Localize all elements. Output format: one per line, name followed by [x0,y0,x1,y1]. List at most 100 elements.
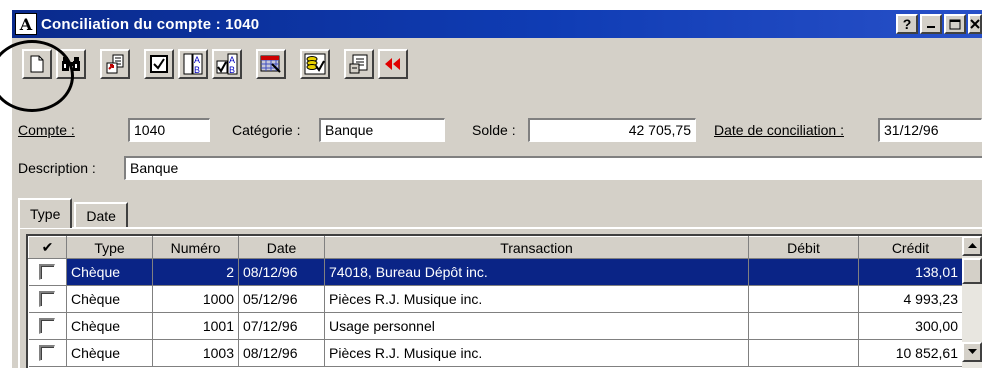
category-field[interactable]: Banque [319,118,445,142]
export-button[interactable] [100,49,130,79]
check-ab-icon: AB [216,53,238,75]
table-row[interactable]: Chèque 1003 08/12/96 Pièces R.J. Musique… [28,339,963,367]
close-button[interactable] [968,14,982,34]
cell-type: Chèque [66,312,153,340]
row-checkbox-cell[interactable] [28,285,67,313]
table-row[interactable]: Chèque 2 08/12/96 74018, Bureau Dépôt in… [28,258,963,286]
row-checkbox[interactable] [39,345,56,361]
svg-text:B: B [194,65,200,75]
column-header-date[interactable]: Date [238,236,325,259]
column-header-transaction[interactable]: Transaction [324,236,749,259]
check-icon [150,55,168,73]
column-header-number[interactable]: Numéro [152,236,239,259]
transactions-table: ✔ Type Numéro Date Transaction Débit Cré… [28,236,963,367]
account-field[interactable]: 1040 [128,118,210,142]
row-checkbox[interactable] [39,264,56,280]
window-title: Conciliation du compte : 1040 [41,15,260,33]
balance-field[interactable]: 42 705,75 [528,118,696,142]
cell-date: 07/12/96 [238,312,325,340]
cell-number: 1003 [152,339,239,367]
cell-type: Chèque [66,258,153,286]
reconciliation-window: A Conciliation du compte : 1040 ? A B A … [10,8,982,368]
svg-text:A: A [229,55,235,65]
tab-type[interactable]: Type [18,198,73,228]
rewind-button[interactable] [378,49,408,79]
cell-transaction: Usage personnel [324,312,749,340]
account-row: Compte : 1040 Catégorie : Banque Solde :… [12,118,982,144]
calculator-button[interactable] [256,49,286,79]
balance-label: Solde : [472,122,516,138]
row-checkbox-cell[interactable] [28,258,67,286]
properties-button[interactable] [344,49,374,79]
scroll-thumb[interactable] [962,258,982,284]
title-buttons: ? [894,14,982,34]
coins-check-button[interactable] [300,49,330,79]
description-field[interactable]: Banque [124,156,982,180]
cell-debit [748,258,859,286]
cell-debit [748,339,859,367]
check-ab-button[interactable]: AB [212,49,242,79]
minimize-button[interactable] [920,14,942,34]
reconciliation-date-label: Date de conciliation : [714,122,844,138]
cell-date: 05/12/96 [238,285,325,313]
row-checkbox-cell[interactable] [28,339,67,367]
export-icon [106,54,124,74]
column-header-credit[interactable]: Crédit [858,236,963,259]
close-icon [970,19,980,29]
cell-number: 1001 [152,312,239,340]
arrow-up-icon [967,243,977,248]
minimize-icon [927,26,935,28]
svg-text:B: B [229,65,235,75]
cell-debit [748,285,859,313]
arrow-down-icon [967,349,977,354]
check-button[interactable] [144,49,174,79]
calculator-icon [260,55,281,73]
find-binoculars-icon [62,57,80,71]
cell-credit: 10 852,61 [858,339,963,367]
cell-debit [748,312,859,340]
cell-transaction: Pièces R.J. Musique inc. [324,339,749,367]
transactions-grid: ✔ Type Numéro Date Transaction Débit Cré… [26,234,982,368]
cell-transaction: Pièces R.J. Musique inc. [324,285,749,313]
reconciliation-date-field[interactable]: 31/12/96 [878,118,982,142]
row-checkbox[interactable] [39,318,56,334]
svg-text:A: A [194,55,200,65]
new-button[interactable] [22,49,52,79]
app-icon: A [15,13,37,35]
sort-ab-icon: AB [183,53,203,75]
row-checkbox[interactable] [39,291,56,307]
account-label: Compte : [18,122,75,138]
scroll-up-button[interactable] [962,236,982,256]
sort-ab-button[interactable]: AB [178,49,208,79]
cell-credit: 138,01 [858,258,963,286]
cell-type: Chèque [66,285,153,313]
cell-credit: 300,00 [858,312,963,340]
find-button[interactable] [56,49,86,79]
column-header-type[interactable]: Type [66,236,153,259]
description-row: Description : Banque [12,156,982,182]
cell-credit: 4 993,23 [858,285,963,313]
cell-number: 2 [152,258,239,286]
cell-type: Chèque [66,339,153,367]
properties-icon [349,54,368,74]
column-header-check[interactable]: ✔ [28,236,67,259]
rewind-icon [385,58,400,70]
table-row[interactable]: Chèque 1000 05/12/96 Pièces R.J. Musique… [28,285,963,313]
category-label: Catégorie : [232,122,301,138]
column-header-debit[interactable]: Débit [748,236,859,259]
title-bar[interactable]: A Conciliation du compte : 1040 ? [12,10,982,38]
tab-date[interactable]: Date [74,202,128,228]
cell-transaction: 74018, Bureau Dépôt inc. [324,258,749,286]
row-checkbox-cell[interactable] [28,312,67,340]
vertical-scrollbar[interactable] [962,236,982,368]
cell-date: 08/12/96 [238,258,325,286]
new-icon [30,55,44,73]
maximize-button[interactable] [944,14,966,34]
toolbar: AB AB [12,40,982,88]
scroll-down-button[interactable] [962,342,982,362]
table-row[interactable]: Chèque 1001 07/12/96 Usage personnel 300… [28,312,963,340]
tab-strip: Type Date [18,198,130,228]
description-label: Description : [18,160,96,176]
cell-number: 1000 [152,285,239,313]
help-button[interactable]: ? [896,14,918,34]
